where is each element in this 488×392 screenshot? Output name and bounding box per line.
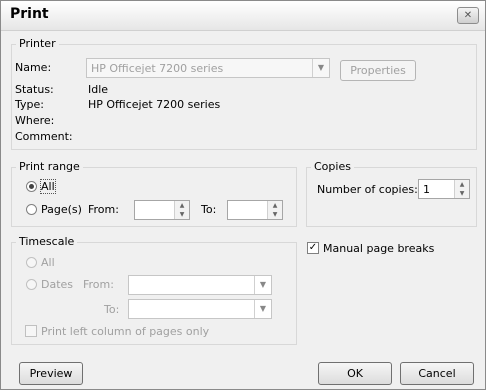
comment-label: Comment: [15, 130, 73, 143]
number-of-copies-stepper[interactable]: 1 ▲ ▼ [418, 179, 470, 199]
type-label: Type: [15, 98, 44, 111]
spin-down-icon[interactable]: ▼ [268, 210, 282, 219]
print-range-pages-label[interactable]: Page(s) [41, 203, 82, 216]
timescale-to-select[interactable]: ▼ [128, 299, 272, 319]
timescale-to-label: To: [104, 303, 120, 316]
print-dialog: Print ✕ Printer Name: HP Officejet 7200 … [0, 0, 486, 390]
close-icon: ✕ [463, 10, 473, 21]
chevron-down-icon: ▼ [254, 300, 271, 318]
ok-button-label: OK [347, 367, 363, 380]
type-value: HP Officejet 7200 series [88, 98, 221, 111]
manual-page-breaks-label[interactable]: Manual page breaks [323, 242, 434, 255]
timescale-all-radio[interactable] [26, 257, 37, 268]
spin-buttons[interactable]: ▲ ▼ [267, 201, 282, 219]
cancel-button-label: Cancel [418, 367, 456, 380]
printer-group-label: Printer [16, 37, 59, 50]
spin-down-icon[interactable]: ▼ [455, 189, 469, 198]
status-value: Idle [88, 83, 109, 96]
chevron-down-icon: ▼ [312, 59, 329, 77]
preview-button[interactable]: Preview [19, 362, 83, 385]
print-range-group-label: Print range [16, 160, 83, 173]
printer-name-select[interactable]: HP Officejet 7200 series ▼ [86, 58, 330, 78]
print-range-to-label: To: [201, 203, 217, 216]
spin-up-icon[interactable]: ▲ [175, 201, 189, 210]
timescale-all-label[interactable]: All [41, 256, 55, 269]
chevron-down-icon: ▼ [254, 276, 271, 294]
spin-up-icon[interactable]: ▲ [455, 180, 469, 189]
number-of-copies-value: 1 [423, 183, 430, 196]
timescale-dates-radio[interactable] [26, 279, 37, 290]
ok-button[interactable]: OK [318, 362, 392, 385]
print-left-column-checkbox[interactable] [25, 325, 37, 337]
spin-down-icon[interactable]: ▼ [175, 210, 189, 219]
print-range-pages-radio[interactable] [26, 204, 37, 215]
print-range-to-stepper[interactable]: ▲ ▼ [227, 200, 283, 220]
print-left-column-label[interactable]: Print left column of pages only [41, 325, 209, 338]
print-range-all-radio[interactable] [26, 181, 37, 192]
timescale-group-label: Timescale [16, 235, 78, 248]
print-range-all-label[interactable]: All [40, 179, 56, 194]
close-button[interactable]: ✕ [457, 7, 479, 24]
number-of-copies-label: Number of copies: [317, 183, 418, 196]
cancel-button[interactable]: Cancel [400, 362, 474, 385]
spin-buttons[interactable]: ▲ ▼ [454, 180, 469, 198]
timescale-from-label: From: [83, 278, 114, 291]
status-label: Status: [15, 83, 54, 96]
print-range-from-label: From: [88, 203, 119, 216]
printer-name-value: HP Officejet 7200 series [91, 62, 224, 75]
timescale-from-select[interactable]: ▼ [128, 275, 272, 295]
preview-button-label: Preview [29, 367, 73, 380]
dialog-title: Print [10, 6, 49, 22]
spin-buttons[interactable]: ▲ ▼ [174, 201, 189, 219]
properties-button[interactable]: Properties [340, 60, 416, 81]
copies-group-label: Copies [311, 160, 354, 173]
printer-name-label: Name: [15, 61, 52, 74]
title-bar: Print ✕ [1, 1, 485, 31]
manual-page-breaks-checkbox[interactable]: ✓ [307, 242, 319, 254]
where-label: Where: [15, 114, 55, 127]
properties-button-label: Properties [350, 64, 406, 77]
timescale-dates-label[interactable]: Dates [41, 278, 73, 291]
spin-up-icon[interactable]: ▲ [268, 201, 282, 210]
checkmark-icon: ✓ [308, 242, 318, 253]
print-range-from-stepper[interactable]: ▲ ▼ [134, 200, 190, 220]
